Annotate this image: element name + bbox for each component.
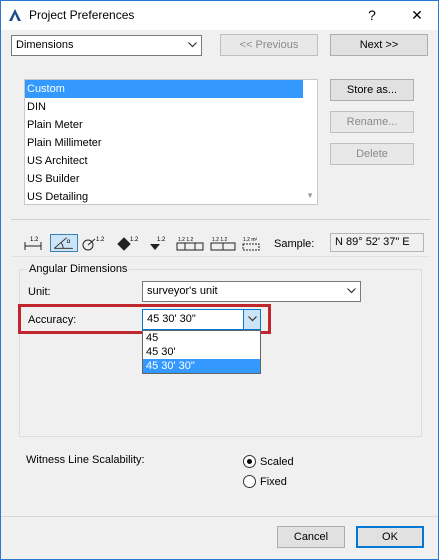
chevron-down-icon — [188, 42, 197, 48]
area-caption: 1.2 m² — [243, 237, 258, 243]
ok-button[interactable]: OK — [356, 526, 424, 548]
accuracy-dropdown-list[interactable]: 45 45 30' 45 30' 30" — [142, 330, 261, 374]
unit-select-value: surveyor's unit — [147, 285, 218, 297]
list-item[interactable]: US Detailing — [25, 188, 317, 204]
list-item[interactable]: US Architect — [25, 152, 317, 170]
chevron-down-icon — [347, 288, 356, 294]
list-item[interactable]: 45 30' 30" — [143, 359, 260, 373]
sample-value: N 89° 52' 37" E — [330, 233, 424, 252]
store-as-button[interactable]: Store as... — [330, 79, 414, 101]
fixed-radio-label[interactable]: Fixed — [260, 476, 287, 488]
separator — [1, 516, 438, 517]
list-item[interactable]: Custom — [25, 80, 303, 98]
previous-button[interactable]: << Previous — [220, 34, 318, 56]
sample-label: Sample: — [274, 238, 315, 250]
rename-button[interactable]: Rename... — [330, 111, 414, 133]
category-select[interactable]: Dimensions — [11, 35, 202, 56]
window-title: Project Preferences — [29, 8, 135, 22]
radial-dimensions-icon[interactable]: 1.2 — [81, 234, 109, 252]
witness-line-label: Witness Line Scalability: — [26, 454, 145, 466]
list-item[interactable]: US Builder — [25, 170, 317, 188]
linear-dimensions-icon[interactable]: 1.2 — [23, 234, 45, 252]
unit-select[interactable]: surveyor's unit — [142, 281, 361, 302]
separator — [11, 219, 430, 220]
list-item[interactable]: DIN — [25, 98, 317, 116]
list-item[interactable]: Plain Meter — [25, 116, 317, 134]
elevation-caption: 1.2 — [157, 237, 166, 243]
title-bar: Project Preferences ? ✕ — [1, 1, 438, 30]
scaled-radio-label[interactable]: Scaled — [260, 456, 294, 468]
help-button[interactable]: ? — [355, 1, 389, 30]
cancel-button[interactable]: Cancel — [277, 526, 345, 548]
sill-height-icon[interactable]: 1.2 1.2 — [209, 234, 237, 252]
radial-caption: 1.2 — [96, 237, 105, 243]
list-item[interactable]: Plain Millimeter — [25, 134, 317, 152]
close-button[interactable]: ✕ — [400, 1, 434, 30]
unit-label: Unit: — [28, 286, 51, 298]
area-calculation-icon[interactable]: 1.2 m² — [241, 234, 265, 252]
level-dimensions-icon[interactable]: 1.2 — [116, 234, 140, 252]
preset-list[interactable]: Custom DIN Plain Meter Plain Millimeter … — [24, 79, 318, 205]
svg-text:1.2 1.2: 1.2 1.2 — [212, 237, 228, 243]
delete-button[interactable]: Delete — [330, 143, 414, 165]
archicad-logo-icon — [9, 9, 21, 21]
scaled-radio[interactable] — [243, 455, 256, 468]
fixed-radio[interactable] — [243, 475, 256, 488]
list-item[interactable]: 45 — [143, 331, 260, 345]
level-caption: 1.2 — [130, 237, 139, 243]
door-window-dimensions-icon[interactable]: 1.2 1.2 — [175, 234, 205, 252]
elevation-dimensions-icon[interactable]: 1.2 — [148, 234, 170, 252]
list-item[interactable]: 45 30' — [143, 345, 260, 359]
angular-caption: α — [67, 238, 71, 245]
linear-caption: 1.2 — [30, 237, 39, 243]
separator — [11, 256, 430, 257]
angular-dimensions-icon[interactable]: α — [50, 234, 78, 252]
svg-text:1.2 1.2: 1.2 1.2 — [178, 237, 194, 243]
scroll-down-icon[interactable]: ▼ — [306, 191, 314, 200]
group-title: Angular Dimensions — [27, 263, 130, 275]
category-select-value: Dimensions — [16, 39, 74, 51]
project-preferences-dialog: Project Preferences ? ✕ Dimensions << Pr… — [0, 0, 439, 560]
next-button[interactable]: Next >> — [330, 34, 428, 56]
